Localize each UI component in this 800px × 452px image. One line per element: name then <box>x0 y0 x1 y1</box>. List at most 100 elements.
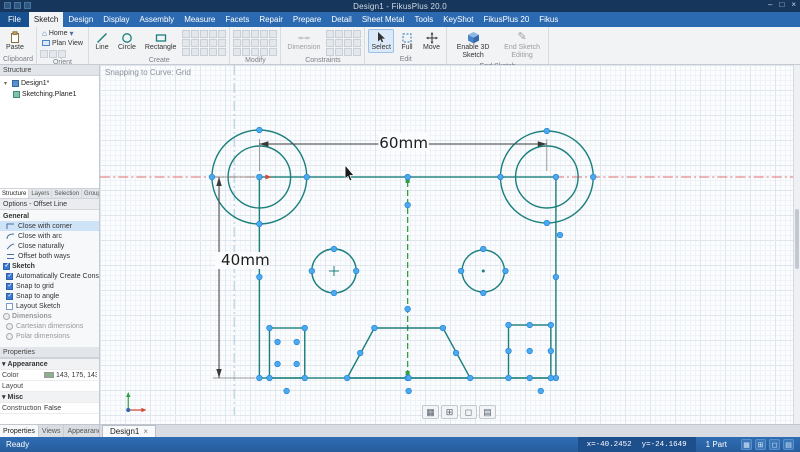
menu-tab-keyshot[interactable]: KeyShot <box>438 12 478 27</box>
option-snap-to-grid[interactable]: Snap to grid <box>0 281 99 291</box>
ribbon-group-create: Line Circle Rectangle Create <box>89 27 230 64</box>
layout-property-row[interactable]: Layout <box>0 381 99 392</box>
status-layers-icon[interactable]: ▤ <box>783 439 794 450</box>
menu-tab-assembly[interactable]: Assembly <box>135 12 180 27</box>
vertical-scrollbar-thumb[interactable] <box>795 209 799 269</box>
menu-tab-sketch[interactable]: Sketch <box>29 12 63 27</box>
tab-structure[interactable]: Structure <box>0 189 29 198</box>
tab-selection[interactable]: Selection <box>52 189 82 198</box>
group-label-modify: Modify <box>233 56 277 65</box>
option-snap-to-angle[interactable]: Snap to angle <box>0 291 99 301</box>
modify-tools-grid[interactable] <box>233 29 277 56</box>
trapezoid[interactable] <box>347 328 470 378</box>
status-plane-icon[interactable]: ⊞ <box>755 439 766 450</box>
construction-property-row[interactable]: Construction False <box>0 403 99 414</box>
dimension-button[interactable]: Dimension <box>284 29 323 53</box>
paste-icon <box>9 31 21 44</box>
constraint-tools-grid[interactable] <box>326 29 361 56</box>
auto-constraints-checkbox[interactable] <box>6 273 13 280</box>
select-button[interactable]: Select <box>368 29 393 53</box>
menu-tab-facets[interactable]: Facets <box>220 12 254 27</box>
option-offset-both-ways[interactable]: Offset both ways <box>0 251 99 261</box>
rectangle-button[interactable]: Rectangle <box>142 29 180 53</box>
dim-width-label[interactable]: 60mm <box>379 134 428 152</box>
color-swatch[interactable] <box>44 372 54 378</box>
option-close-with-corner[interactable]: Close with corner <box>0 221 99 231</box>
plan-view-icon <box>42 39 50 49</box>
close-button[interactable]: × <box>791 0 796 9</box>
document-tab-close-icon[interactable]: × <box>143 427 148 436</box>
menu-tab-file[interactable]: File <box>0 12 29 27</box>
bottom-tab-appearance[interactable]: Appearance <box>64 425 100 437</box>
misc-collapse-icon[interactable]: ▾ <box>2 393 6 401</box>
option-cartesian-dimensions[interactable]: Cartesian dimensions <box>0 321 99 331</box>
tab-layers[interactable]: Layers <box>29 189 52 198</box>
sketch-drawing[interactable]: 60mm 40mm <box>100 65 800 424</box>
redo-icon[interactable] <box>24 2 31 9</box>
cartesian-dimensions-radio[interactable] <box>6 323 13 330</box>
status-view-icon[interactable]: ◻ <box>769 439 780 450</box>
snap-to-angle-checkbox[interactable] <box>6 293 13 300</box>
appearance-collapse-icon[interactable]: ▾ <box>2 360 6 368</box>
option-layout-sketch[interactable]: Layout Sketch <box>0 301 99 311</box>
create-tools-grid[interactable] <box>182 29 226 56</box>
canvas-grid-toggle[interactable]: ▦ <box>422 405 439 419</box>
enable-3d-sketch-button[interactable]: Enable 3D Sketch <box>450 29 496 62</box>
plan-view-button[interactable]: Plan View <box>40 39 85 48</box>
group-label-create: Create <box>92 56 226 65</box>
menu-tab-repair[interactable]: Repair <box>254 12 288 27</box>
menu-tab-fikusplus-20[interactable]: FikusPlus 20 <box>478 12 534 27</box>
canvas-snap-toggle[interactable]: ◻ <box>460 405 477 419</box>
line-button[interactable]: Line <box>92 29 112 53</box>
orient-tools-grid[interactable] <box>40 49 85 58</box>
option-close-with-arc[interactable]: Close with arc <box>0 231 99 241</box>
circle-button[interactable]: Circle <box>115 29 139 53</box>
tree-item-design1[interactable]: ▾ Design1* <box>0 78 99 89</box>
menu-tab-design[interactable]: Design <box>63 12 98 27</box>
tab-groups[interactable]: Groups <box>82 189 99 198</box>
dimension-60mm[interactable]: 60mm <box>259 133 546 171</box>
menu-tab-detail[interactable]: Detail <box>326 12 356 27</box>
misc-category-row[interactable]: ▾ Misc <box>0 392 99 403</box>
tree-item-sketching-plane1[interactable]: Sketching.Plane1 <box>0 89 99 100</box>
cube-3d-icon <box>467 31 480 44</box>
dim-height-label[interactable]: 40mm <box>221 251 270 269</box>
home-button[interactable]: ⌂ Home ▾ <box>40 29 85 38</box>
snap-to-grid-checkbox[interactable] <box>6 283 13 290</box>
full-button[interactable]: Full <box>397 29 417 53</box>
vertical-scrollbar[interactable] <box>793 65 800 424</box>
appearance-category-row[interactable]: ▾ Appearance <box>0 359 99 370</box>
bottom-tab-properties[interactable]: Properties <box>0 425 39 437</box>
menu-tab-prepare[interactable]: Prepare <box>288 12 326 27</box>
end-sketch-editing-button[interactable]: ✎ End Sketch Editing <box>499 29 545 62</box>
option-auto-constraints[interactable]: Automatically Create Constraints <box>0 271 99 281</box>
menu-tab-fikus[interactable]: Fikus <box>534 12 563 27</box>
color-property-row[interactable]: Color 143, 175, 143 <box>0 370 99 381</box>
option-polar-dimensions[interactable]: Polar dimensions <box>0 331 99 341</box>
status-grid-icon[interactable]: ▦ <box>741 439 752 450</box>
menu-tab-display[interactable]: Display <box>98 12 134 27</box>
green-line-bottom-handle[interactable] <box>406 371 410 375</box>
document-tab-design1[interactable]: Design1 × <box>102 425 156 437</box>
paste-button[interactable]: Paste <box>3 29 27 53</box>
canvas-plane-toggle[interactable]: ⊞ <box>441 405 458 419</box>
maximize-button[interactable]: □ <box>779 0 784 9</box>
layout-sketch-checkbox[interactable] <box>6 303 13 310</box>
menu-tab-tools[interactable]: Tools <box>410 12 439 27</box>
option-close-naturally[interactable]: Close naturally <box>0 241 99 251</box>
save-icon[interactable] <box>4 2 11 9</box>
menu-tab-measure[interactable]: Measure <box>179 12 220 27</box>
expander-icon[interactable]: ▾ <box>4 80 10 87</box>
sketch-section-label: Sketch <box>0 261 99 271</box>
undo-icon[interactable] <box>14 2 21 9</box>
bottom-tab-views[interactable]: Views <box>39 425 65 437</box>
canvas-layers-toggle[interactable]: ▤ <box>479 405 496 419</box>
rectangle-icon <box>155 31 167 44</box>
move-button[interactable]: Move <box>420 29 443 53</box>
minimize-button[interactable]: – <box>768 0 772 9</box>
bottom-left-rectangle[interactable] <box>269 328 304 378</box>
menu-tab-sheet-metal[interactable]: Sheet Metal <box>357 12 410 27</box>
home-dropdown-icon[interactable]: ▾ <box>70 29 74 38</box>
sketch-canvas[interactable]: Snapping to Curve: Grid <box>100 65 800 424</box>
polar-dimensions-radio[interactable] <box>6 333 13 340</box>
